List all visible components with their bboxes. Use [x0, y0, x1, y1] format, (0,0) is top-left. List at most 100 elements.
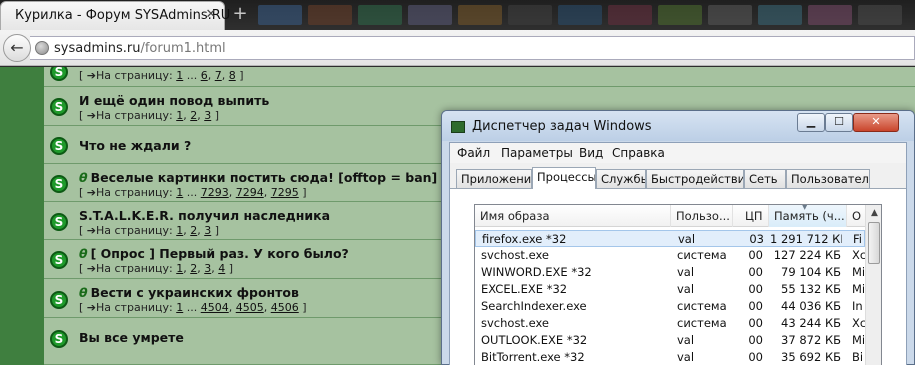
page-link[interactable]: 3	[204, 262, 211, 275]
process-memory: 35 692 КБ	[781, 350, 841, 364]
process-row[interactable]: OUTLOOK.EXE *32 val 00 37 872 КБ Mi	[475, 332, 865, 349]
process-memory: 44 036 КБ	[781, 299, 841, 313]
tab-close-icon[interactable]: ✕	[203, 7, 219, 22]
topic-title-link[interactable]: θ Вести с украинских фронтов	[79, 285, 299, 300]
process-description: Mi	[852, 333, 865, 347]
close-button[interactable]: ✕	[853, 113, 899, 132]
column-image-name[interactable]: Имя образа	[475, 205, 671, 227]
maximize-button[interactable]: ☐	[825, 113, 853, 132]
page-link[interactable]: 6	[201, 69, 208, 82]
page-link[interactable]: 2	[190, 109, 197, 122]
page-link[interactable]: 4506	[271, 301, 299, 314]
pagination-suffix: ]	[298, 301, 307, 314]
task-manager-titlebar[interactable]: Диспетчер задач Windows ▁ ☐ ✕	[442, 111, 914, 141]
process-row[interactable]: WINWORD.EXE *32 val 00 79 104 КБ Mi	[475, 264, 865, 281]
page-link[interactable]: 7	[215, 69, 222, 82]
browser-tab[interactable]: Курилка - Форум SYSAdmins.RU ✕	[0, 1, 230, 30]
background-window-thumbnail	[558, 5, 602, 25]
column-user[interactable]: Пользо...	[671, 205, 733, 227]
menu-view[interactable]: Вид	[579, 146, 603, 160]
topic-title-link[interactable]: θ[ Опрос ] Первый раз. У кого было?	[79, 246, 349, 261]
page-link[interactable]: 4505	[236, 301, 264, 314]
topic-pagination: [ ➔На страницу: 1, 2, 3 ]	[79, 224, 220, 237]
pagination-prefix: [ ➔На страницу:	[79, 109, 177, 122]
process-table: Имя образа Пользо... ЦП Память (ч... ▼ О …	[474, 204, 882, 365]
pagination-prefix: [ ➔На страницу:	[79, 301, 177, 314]
sort-descending-icon: ▼	[802, 205, 808, 211]
page-link[interactable]: 1	[176, 186, 183, 199]
background-window-thumbnail	[608, 5, 652, 25]
background-window-thumbnail	[508, 5, 552, 25]
page-link[interactable]: 7294	[236, 186, 264, 199]
page-link[interactable]: 2	[190, 224, 197, 237]
tab-title: Курилка - Форум SYSAdmins.RU	[15, 8, 231, 23]
browser-tabstrip: Курилка - Форум SYSAdmins.RU ✕ +	[0, 0, 915, 30]
topic-title-link[interactable]: Вы все умрете	[79, 330, 184, 345]
pagination-prefix: [ ➔На страницу:	[79, 224, 177, 237]
topic-pagination: [ ➔На страницу: 1, 2, 3, 4 ]	[79, 262, 234, 275]
process-row[interactable]: svchost.exe система 00 43 244 КБ Xc	[475, 315, 865, 332]
new-tab-button[interactable]: +	[231, 3, 249, 24]
page-link[interactable]: 7293	[201, 186, 229, 199]
process-memory: 43 244 КБ	[781, 316, 841, 330]
vertical-scrollbar[interactable]: ▲	[865, 205, 881, 365]
menu-help[interactable]: Справка	[612, 146, 665, 160]
address-bar[interactable]: sysadmins.ru/forum1.html	[30, 36, 915, 60]
site-identity-icon[interactable]	[35, 41, 49, 55]
process-name: BitTorrent.exe *32	[481, 350, 585, 364]
topic-status-icon: S	[50, 67, 68, 81]
process-name: firefox.exe *32	[482, 232, 567, 246]
process-user: val	[677, 265, 695, 279]
tab-users[interactable]: Пользователи	[786, 169, 870, 188]
scroll-thumb[interactable]	[868, 222, 880, 264]
menu-options[interactable]: Параметры	[501, 146, 573, 160]
page-link[interactable]: 8	[229, 69, 236, 82]
page-link[interactable]: 1	[176, 109, 183, 122]
tab-network[interactable]: Сеть	[744, 169, 786, 188]
column-cpu[interactable]: ЦП	[733, 205, 769, 227]
topic-title-text: S.T.A.L.K.E.R. получил наследника	[79, 208, 331, 223]
topic-title-link[interactable]: S.T.A.L.K.E.R. получил наследника	[79, 208, 330, 223]
tab-performance[interactable]: Быстродействие	[646, 169, 744, 188]
process-row[interactable]: svchost.exe система 00 127 224 КБ Xc	[475, 247, 865, 264]
pinned-icon: θ	[79, 285, 88, 300]
process-row[interactable]: BitTorrent.exe *32 val 00 35 692 КБ Bi	[475, 349, 865, 365]
page-link[interactable]: 1	[176, 262, 183, 275]
tab-services[interactable]: Службы	[596, 169, 646, 188]
topic-status-icon: S	[50, 251, 68, 269]
process-memory: 37 872 КБ	[781, 333, 841, 347]
process-row[interactable]: SearchIndexer.exe система 00 44 036 КБ In	[475, 298, 865, 315]
topic-title-link[interactable]: θ Веселые картинки постить сюда! [offtop …	[79, 170, 437, 185]
process-row[interactable]: firefox.exe *32 val 03 1 291 712 КБ Fi	[475, 230, 865, 247]
pinned-icon: θ	[79, 170, 88, 185]
process-memory: 79 104 КБ	[781, 265, 841, 279]
column-memory[interactable]: Память (ч... ▼	[769, 205, 847, 227]
pagination-suffix: ]	[211, 109, 220, 122]
topic-title-link[interactable]: Что не ждали ?	[79, 138, 191, 153]
menu-file[interactable]: Файл	[457, 146, 490, 160]
column-description[interactable]: О	[847, 205, 865, 227]
topic-title-link[interactable]: И ещё один повод выпить	[79, 93, 269, 108]
back-button[interactable]: ←	[3, 34, 31, 62]
minimize-button[interactable]: ▁	[797, 113, 825, 132]
page-link[interactable]: 1	[176, 301, 183, 314]
process-description: In	[852, 299, 863, 313]
process-description: Mi	[852, 265, 865, 279]
topic-title-text: И ещё один повод выпить	[79, 93, 270, 108]
background-window-thumbnail	[658, 5, 702, 25]
tab-applications[interactable]: Приложения	[456, 169, 532, 188]
topic-pagination: [ ➔На страницу: 1 ... 4504, 4505, 4506 ]	[79, 301, 307, 314]
background-window-thumbnail	[258, 5, 302, 25]
page-link[interactable]: 4504	[201, 301, 229, 314]
page-link[interactable]: 2	[190, 262, 197, 275]
page-link[interactable]: 1	[176, 224, 183, 237]
scroll-up-icon[interactable]: ▲	[866, 205, 881, 222]
process-cpu: 00	[748, 299, 763, 313]
tab-processes[interactable]: Процессы	[532, 167, 596, 189]
process-description: Bi	[852, 350, 864, 364]
url-text[interactable]: sysadmins.ru/forum1.html	[54, 41, 226, 56]
process-row[interactable]: EXCEL.EXE *32 val 00 55 132 КБ Mi	[475, 281, 865, 298]
page-link[interactable]: 7295	[271, 186, 299, 199]
background-window-thumbnail	[708, 5, 752, 25]
page-link[interactable]: 1	[176, 69, 183, 82]
